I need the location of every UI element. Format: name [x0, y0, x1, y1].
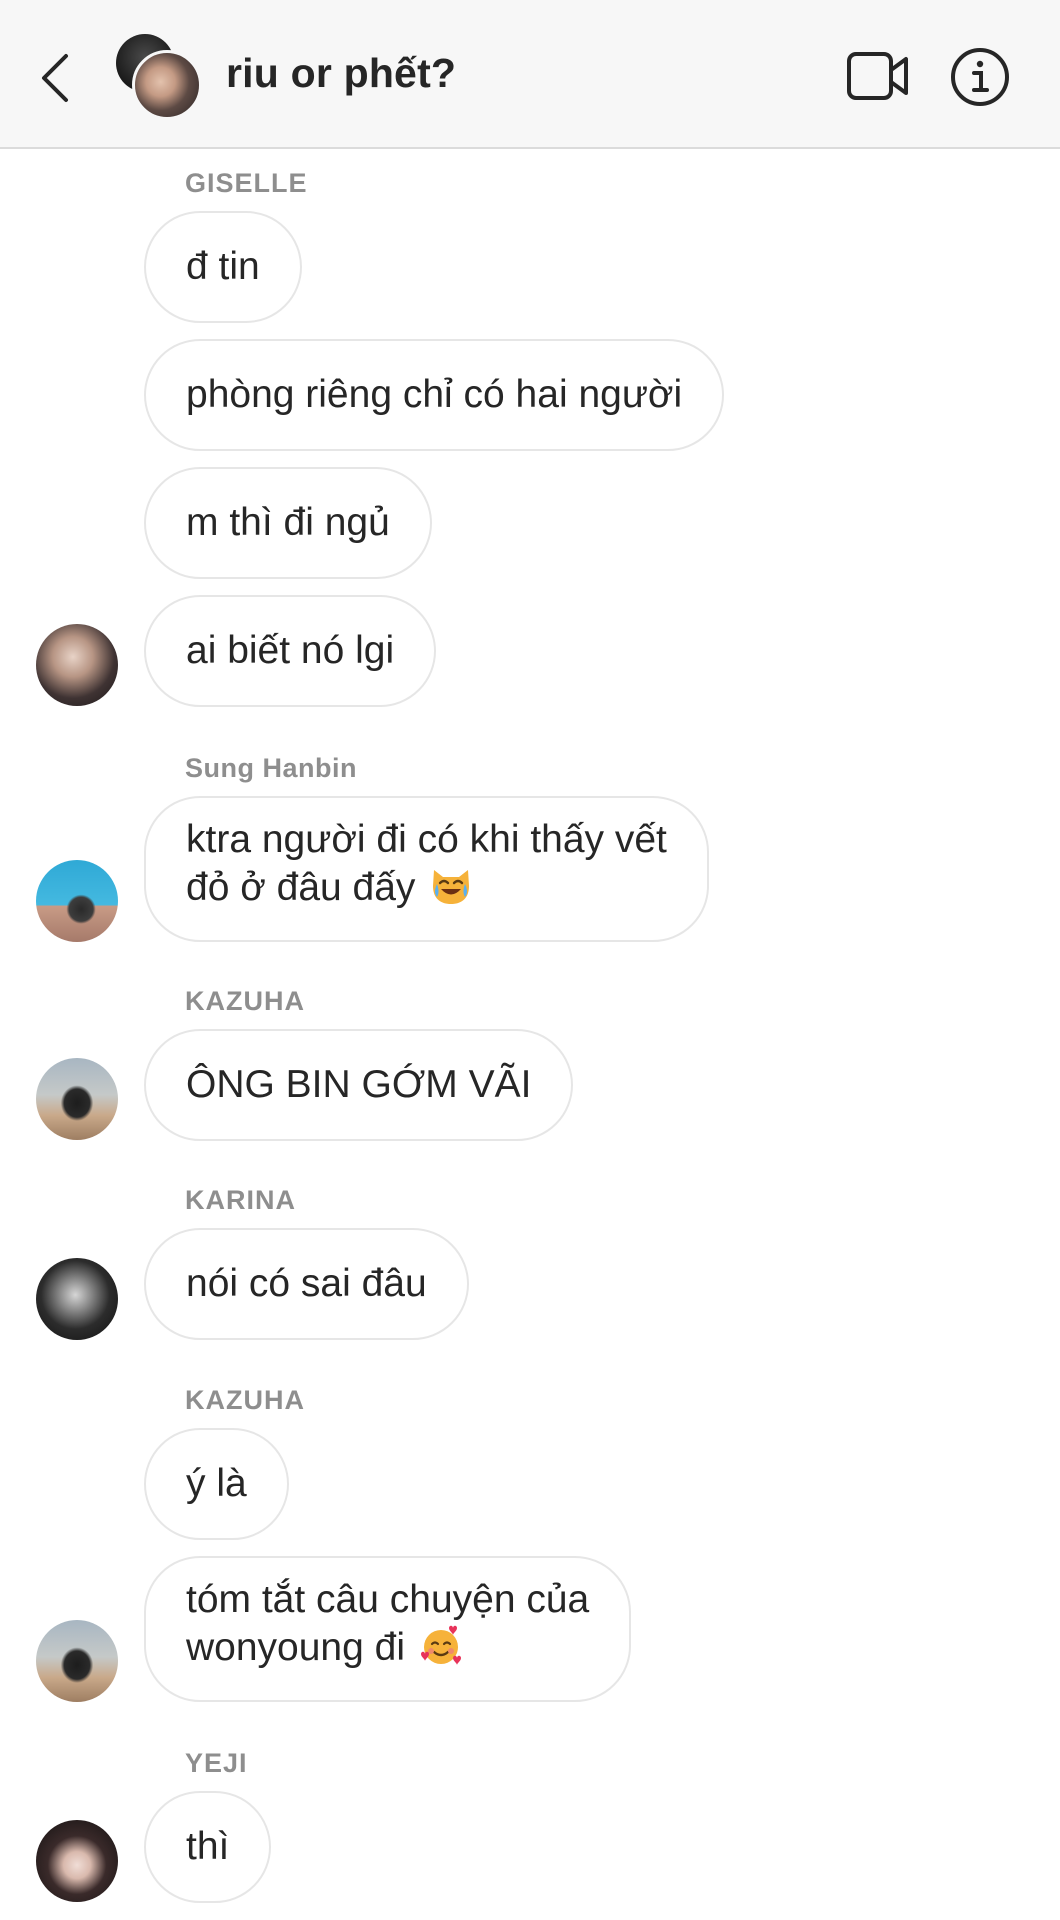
video-call-button[interactable] — [846, 50, 910, 102]
message-line: ktra người đi có khi thấy vết — [186, 818, 667, 861]
avatar[interactable] — [36, 860, 118, 942]
chat-title[interactable]: riu or phết? — [226, 50, 456, 97]
message-line: đỏ ở đâu đấy — [186, 864, 667, 912]
chat-header: riu or phết? — [0, 0, 1060, 149]
info-button[interactable] — [950, 47, 1010, 107]
sender-name: KAZUHA — [185, 1385, 305, 1415]
back-button[interactable] — [36, 48, 76, 108]
message-text: ktra người đi có khi thấy vết đỏ ở đâu đ… — [186, 816, 667, 912]
sender-name: GISELLE — [185, 168, 308, 198]
avatar[interactable] — [36, 1058, 118, 1140]
message-bubble[interactable]: thì — [144, 1791, 272, 1903]
message-bubble[interactable]: tóm tắt câu chuyện của wonyoung đi — [144, 1556, 632, 1702]
message-text: phòng riêng chỉ có hai người — [186, 373, 683, 416]
avatar[interactable] — [36, 624, 118, 706]
video-camera-icon — [847, 52, 908, 100]
avatar — [132, 50, 202, 120]
message-bubble[interactable]: nói có sai đâu — [144, 1228, 469, 1340]
message-text: m thì đi ngủ — [186, 501, 390, 544]
message-text: đ tin — [186, 245, 260, 288]
message-line: wonyoung đi — [186, 1624, 589, 1672]
sender-name: KARINA — [185, 1185, 296, 1215]
message-bubble[interactable]: phòng riêng chỉ có hai người — [144, 339, 725, 451]
message-text: ÔNG BIN GỚM VÃI — [186, 1063, 532, 1106]
message-text: nói có sai đâu — [186, 1262, 427, 1305]
message-bubble[interactable]: ktra người đi có khi thấy vết đỏ ở đâu đ… — [144, 796, 709, 942]
smiling-face-with-hearts-emoji — [421, 1625, 461, 1665]
sender-name: Sung Hanbin — [185, 753, 357, 783]
message-line-text: wonyoung đi — [186, 1626, 405, 1669]
info-icon — [951, 48, 1009, 106]
message-bubble[interactable]: m thì đi ngủ — [144, 467, 432, 579]
message-text: tóm tắt câu chuyện của wonyoung đi — [186, 1576, 589, 1672]
message-text: thì — [186, 1825, 230, 1868]
message-bubble[interactable]: đ tin — [144, 211, 302, 323]
avatar[interactable] — [36, 1620, 118, 1702]
message-bubble[interactable]: ý là — [144, 1428, 289, 1540]
message-line: tóm tắt câu chuyện của — [186, 1578, 590, 1621]
avatar[interactable] — [36, 1820, 118, 1902]
message-text: ai biết nó lgi — [186, 629, 395, 672]
cat-tears-of-joy-emoji — [433, 870, 470, 904]
chevron-left-icon — [42, 54, 68, 102]
message-bubble[interactable]: ÔNG BIN GỚM VÃI — [144, 1029, 574, 1141]
message-line-text: đỏ ở đâu đấy — [186, 866, 416, 909]
message-bubble[interactable]: ai biết nó lgi — [144, 595, 437, 707]
group-avatar[interactable] — [116, 34, 202, 120]
sender-name: YEJI — [185, 1748, 248, 1778]
avatar[interactable] — [36, 1258, 118, 1340]
message-text: ý là — [186, 1462, 247, 1505]
sender-name: KAZUHA — [185, 986, 305, 1016]
